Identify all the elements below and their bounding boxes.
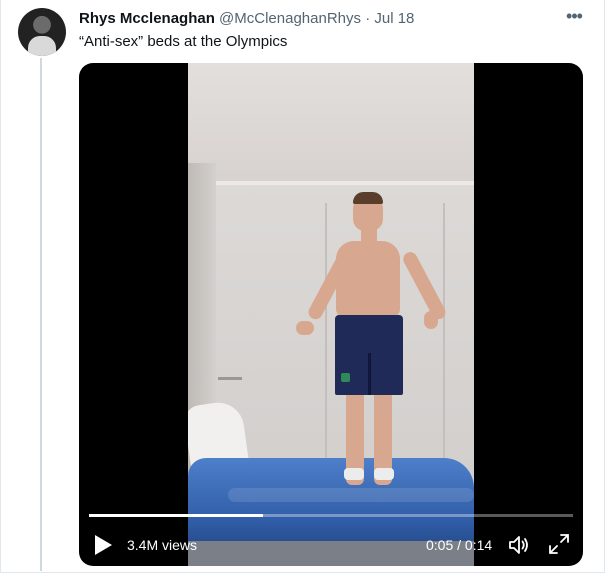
thread-line	[40, 58, 42, 571]
fullscreen-icon[interactable]	[548, 533, 570, 555]
tweet-date[interactable]: Jul 18	[374, 10, 414, 27]
hair	[353, 192, 383, 204]
playback-time: 0:05 / 0:14	[426, 537, 493, 553]
tweet-header: Rhys Mcclenaghan @McClenaghanRhys · Jul …	[79, 10, 414, 28]
right-sock	[374, 468, 394, 480]
avatar[interactable]	[18, 8, 66, 56]
play-icon[interactable]	[93, 534, 113, 556]
volume-icon[interactable]	[507, 533, 531, 557]
video-player[interactable]: 3.4M views 0:05 / 0:14	[79, 63, 583, 566]
shorts-split	[368, 353, 371, 395]
left-hand	[296, 321, 314, 335]
shorts-logo	[341, 373, 350, 382]
avatar-shirt	[28, 36, 56, 56]
progress-bar[interactable]	[89, 514, 573, 517]
video-frame[interactable]	[188, 63, 474, 566]
right-hand	[424, 311, 438, 329]
progress-fill	[89, 514, 264, 517]
user-handle[interactable]: @McClenaghanRhys	[219, 10, 361, 27]
display-name[interactable]: Rhys Mcclenaghan	[79, 10, 215, 27]
tweet[interactable]: Rhys Mcclenaghan @McClenaghanRhys · Jul …	[0, 0, 605, 573]
tweet-text: “Anti-sex” beds at the Olympics	[79, 33, 288, 50]
view-count: 3.4M views	[127, 537, 198, 553]
separator-dot: ·	[365, 10, 371, 27]
right-arm	[400, 249, 448, 322]
torso	[336, 241, 400, 317]
person-figure	[188, 63, 474, 566]
left-sock	[344, 468, 364, 480]
more-horizontal-icon[interactable]: •••	[563, 6, 585, 26]
